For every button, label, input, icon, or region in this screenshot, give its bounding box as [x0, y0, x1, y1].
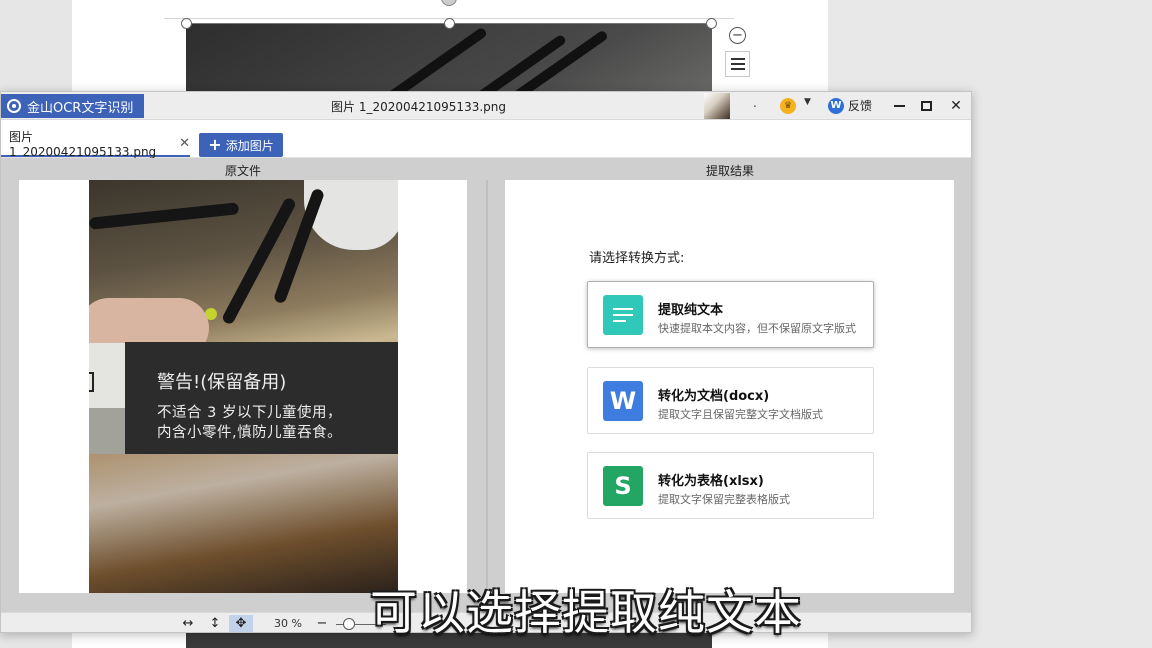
photo-warning-line: 内含小零件,慎防儿童吞食。 — [157, 425, 343, 441]
plus-icon: + — [208, 135, 222, 154]
photo-box-side — [89, 408, 125, 454]
maximize-icon — [920, 101, 932, 111]
title-separator: . — [753, 96, 757, 110]
resize-handle[interactable] — [181, 18, 192, 29]
zoom-slider-handle[interactable] — [343, 618, 355, 630]
add-image-label: 添加图片 — [225, 138, 274, 153]
feedback-button[interactable]: W 反馈 — [828, 97, 872, 114]
resize-handle[interactable] — [706, 18, 717, 29]
minus-icon: − — [316, 616, 328, 631]
photo-warning-line: 不适合 3 岁以下儿童使用， — [157, 405, 342, 421]
fit-height-icon: ↕ — [209, 616, 221, 631]
vip-crown-icon[interactable]: ♛ — [780, 98, 796, 114]
text-lines-icon — [603, 295, 643, 335]
photo-warning-title: 警告!(保留备用) — [157, 372, 287, 393]
conversion-prompt: 请选择转换方式: — [589, 251, 685, 266]
panel-divider[interactable] — [486, 180, 488, 593]
maximize-button[interactable] — [916, 96, 936, 116]
move-icon: ✥ — [235, 616, 247, 631]
option-title: 转化为表格(xlsx) — [658, 474, 764, 489]
chevron-down-icon[interactable]: ▼ — [804, 97, 811, 107]
close-icon: ✕ — [950, 98, 962, 114]
window-title: 图片 1_20200421095133.png — [331, 100, 506, 114]
option-title: 转化为文档(docx) — [658, 389, 770, 404]
convert-xlsx-option[interactable]: S 转化为表格(xlsx) 提取文字保留完整表格版式 — [587, 452, 874, 519]
panels-area: 原文件 提取结果 警告!(保留备用) 不适合 3 岁以下儿童使用， 内含小零件,… — [1, 158, 971, 612]
word-doc-icon: W — [603, 381, 643, 421]
tab-file[interactable]: 图片 1_20200421095133.png ✕ — [1, 130, 190, 159]
spreadsheet-icon: S — [603, 466, 643, 506]
ocr-window: 金山OCR文字识别 图片 1_20200421095133.png . ♛ ▼ … — [0, 91, 972, 633]
source-panel[interactable]: 警告!(保留备用) 不适合 3 岁以下儿童使用， 内含小零件,慎防儿童吞食。 — [19, 180, 467, 593]
minimize-button[interactable] — [889, 96, 909, 116]
zoom-level: 30 % — [274, 617, 302, 630]
video-subtitle: 可以选择提取纯文本 — [370, 586, 802, 641]
resize-handle[interactable] — [444, 18, 455, 29]
option-title: 提取纯文本 — [658, 303, 724, 318]
minimize-icon — [893, 105, 905, 107]
ocr-logo-icon — [7, 99, 21, 113]
file-tabbar: 图片 1_20200421095133.png ✕ + 添加图片 — [1, 120, 971, 159]
feedback-label: 反馈 — [848, 99, 873, 113]
app-name: 金山OCR文字识别 — [27, 100, 134, 116]
convert-docx-option[interactable]: W 转化为文档(docx) 提取文字且保留完整文字文档版式 — [587, 367, 874, 434]
fit-width-button[interactable]: ↔ — [179, 615, 197, 632]
option-description: 快速提取本文内容，但不保留原文字版式 — [658, 322, 856, 335]
close-button[interactable]: ✕ — [946, 96, 966, 116]
result-panel-label: 提取结果 — [706, 164, 755, 178]
add-image-button[interactable]: + 添加图片 — [199, 133, 283, 157]
pan-button[interactable]: ✥ — [229, 615, 253, 632]
app-name-badge[interactable]: 金山OCR文字识别 — [1, 94, 144, 118]
option-description: 提取文字保留完整表格版式 — [658, 493, 790, 506]
source-photo: 警告!(保留备用) 不适合 3 岁以下儿童使用， 内含小零件,慎防儿童吞食。 — [89, 180, 398, 593]
layout-options-button[interactable] — [725, 51, 750, 77]
image-zoom-out-button[interactable]: − — [729, 27, 746, 44]
photo-box-mark — [89, 372, 94, 392]
photo-marker — [220, 196, 298, 326]
option-description: 提取文字且保留完整文字文档版式 — [658, 408, 823, 421]
fit-width-icon: ↔ — [182, 616, 194, 631]
layout-options-icon — [730, 58, 745, 60]
extract-text-option[interactable]: 提取纯文本 快速提取本文内容，但不保留原文字版式 — [587, 281, 874, 348]
close-tab-icon[interactable]: ✕ — [179, 136, 190, 151]
result-panel: 请选择转换方式: 提取纯文本 快速提取本文内容，但不保留原文字版式 W 转化为文… — [505, 180, 954, 593]
titlebar: 金山OCR文字识别 图片 1_20200421095133.png . ♛ ▼ … — [1, 92, 971, 120]
wps-logo-icon: W — [828, 97, 844, 114]
zoom-out-button[interactable]: − — [313, 615, 331, 632]
photo-marker — [89, 202, 240, 230]
user-avatar[interactable] — [704, 93, 730, 119]
source-panel-label: 原文件 — [225, 164, 262, 178]
file-tab-label: 图片 1_20200421095133.png — [9, 130, 157, 159]
fit-height-button[interactable]: ↕ — [206, 615, 224, 632]
